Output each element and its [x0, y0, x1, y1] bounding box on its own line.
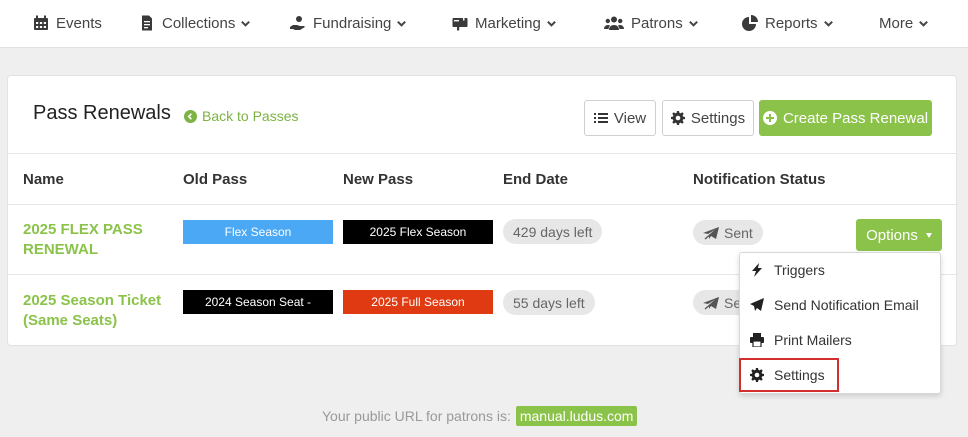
divider — [8, 204, 956, 205]
nav-fundraising-label: Fundraising — [313, 14, 392, 32]
mailbox-icon — [452, 15, 468, 31]
new-pass-badge: 2025 Flex Season — [343, 220, 493, 244]
new-pass-badge: 2025 Full Season — [343, 290, 493, 314]
nav-marketing[interactable]: Marketing — [452, 0, 557, 46]
public-url-link[interactable]: manual.ludus.com — [515, 406, 638, 426]
chevron-down-icon — [823, 20, 833, 27]
gear-icon — [670, 111, 685, 125]
options-dropdown-menu: Triggers Send Notification Email Print M… — [739, 252, 941, 394]
create-pass-renewal-label: Create Pass Renewal — [782, 109, 929, 127]
options-button-label: Options — [866, 226, 918, 244]
view-button-label: View — [613, 109, 647, 127]
status-badge: Sent — [693, 220, 763, 245]
old-pass-badge: 2024 Season Seat - — [183, 290, 333, 314]
nav-collections-label: Collections — [162, 14, 236, 32]
arrow-left-circle-icon — [184, 109, 197, 123]
divider — [8, 153, 956, 154]
hand-holding-icon — [290, 16, 305, 30]
nav-reports-label: Reports — [765, 14, 818, 32]
nav-marketing-label: Marketing — [475, 14, 541, 32]
pie-chart-icon — [742, 15, 758, 31]
column-header-name: Name — [23, 171, 64, 188]
menu-item-print-mailers[interactable]: Print Mailers — [740, 323, 940, 357]
nav-events[interactable]: Events — [33, 0, 102, 46]
menu-item-label: Send Notification Email — [774, 297, 919, 313]
menu-item-send-notification-email[interactable]: Send Notification Email — [740, 288, 940, 322]
row-name-line: RENEWAL — [23, 241, 98, 258]
end-date-badge: 55 days left — [503, 290, 595, 315]
table-row-name-link[interactable]: 2025 Season Ticket (Same Seats) — [23, 291, 161, 331]
settings-button[interactable]: Settings — [662, 100, 754, 136]
end-date-badge: 429 days left — [503, 219, 603, 244]
settings-button-label: Settings — [690, 109, 746, 127]
chevron-down-icon — [688, 20, 698, 27]
menu-item-settings[interactable]: Settings — [739, 358, 839, 392]
page-title: Pass Renewals — [33, 102, 171, 124]
gear-icon — [750, 368, 764, 382]
calendar-icon — [34, 15, 48, 30]
back-to-passes-label: Back to Passes — [202, 108, 299, 124]
old-pass-badge: Flex Season — [183, 220, 333, 244]
caret-down-icon — [925, 232, 932, 238]
menu-item-label: Triggers — [774, 262, 825, 278]
plus-circle-icon — [762, 111, 777, 125]
column-header-new-pass: New Pass — [343, 171, 414, 188]
nav-patrons[interactable]: Patrons — [604, 0, 699, 46]
nav-events-label: Events — [56, 14, 102, 32]
view-button[interactable]: View — [584, 100, 656, 136]
print-icon — [750, 333, 764, 347]
menu-item-triggers[interactable]: Triggers — [740, 253, 940, 287]
top-navigation: Events Collections Fundraising Marketing… — [0, 0, 968, 48]
menu-item-label: Settings — [774, 367, 825, 383]
options-button[interactable]: Options — [856, 219, 942, 251]
paper-plane-icon — [703, 296, 719, 310]
table-row-name-link[interactable]: 2025 FLEX PASS RENEWAL — [23, 220, 143, 260]
row-name-line: 2025 Season Ticket — [23, 292, 162, 309]
row-name-line: 2025 FLEX PASS — [23, 221, 143, 238]
column-header-old-pass: Old Pass — [183, 171, 248, 188]
back-to-passes-link[interactable]: Back to Passes — [184, 108, 299, 124]
status-label: Sent — [724, 224, 753, 241]
public-url-footer: Your public URL for patrons is: manual.l… — [322, 406, 638, 426]
nav-collections[interactable]: Collections — [139, 0, 251, 46]
paper-plane-icon — [750, 298, 764, 311]
column-header-notification-status: Notification Status — [693, 171, 826, 188]
menu-item-label: Print Mailers — [774, 332, 852, 348]
nav-reports[interactable]: Reports — [742, 0, 834, 46]
chevron-down-icon — [397, 20, 407, 27]
users-icon — [604, 16, 624, 30]
chevron-down-icon — [241, 20, 251, 27]
chevron-down-icon — [546, 20, 556, 27]
create-pass-renewal-button[interactable]: Create Pass Renewal — [759, 100, 932, 136]
column-header-end-date: End Date — [503, 171, 569, 188]
nav-fundraising[interactable]: Fundraising — [290, 0, 407, 46]
receipt-icon — [142, 15, 152, 31]
footer-text: Your public URL for patrons is: — [322, 408, 511, 424]
nav-more[interactable]: More — [879, 0, 929, 46]
list-icon — [593, 113, 608, 123]
row-name-line: (Same Seats) — [23, 312, 118, 329]
nav-patrons-label: Patrons — [631, 14, 683, 32]
paper-plane-icon — [703, 226, 719, 240]
bolt-icon — [752, 263, 762, 277]
nav-more-label: More — [879, 14, 914, 32]
chevron-down-icon — [919, 20, 929, 27]
